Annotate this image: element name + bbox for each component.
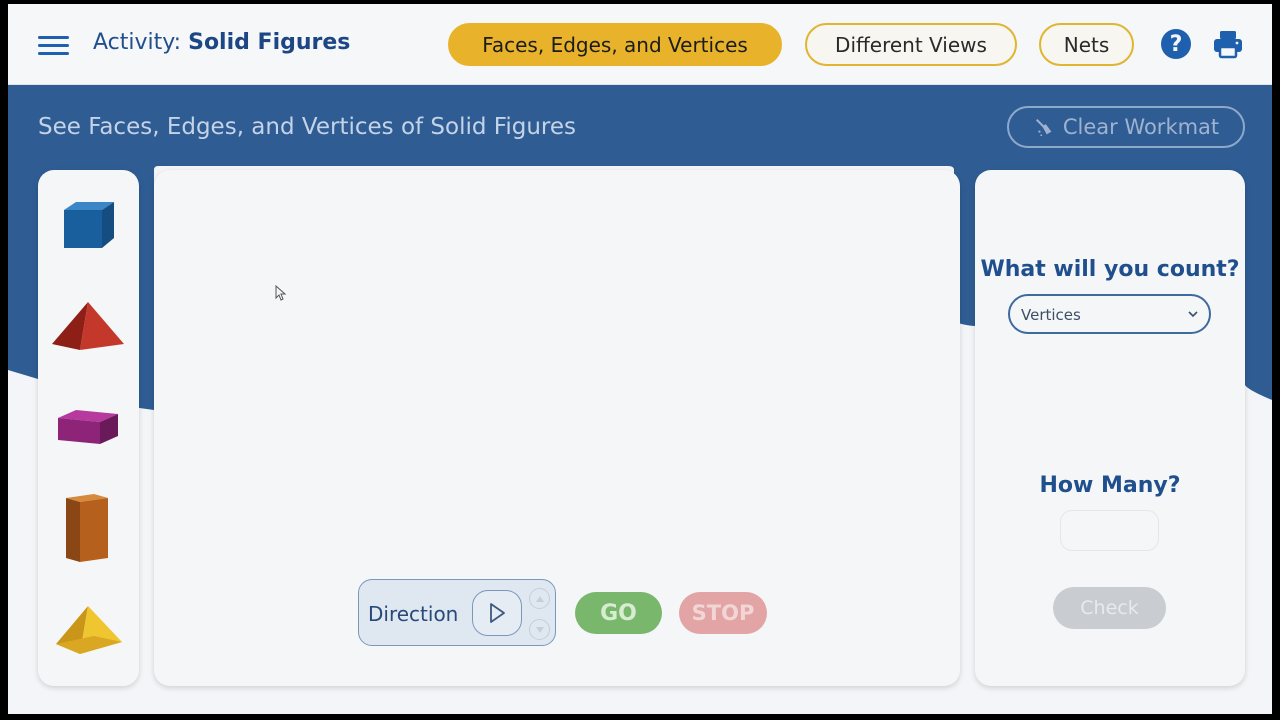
- count-type-value: Vertices: [1021, 306, 1081, 324]
- count-question: What will you count?: [980, 257, 1240, 282]
- tab-different-views[interactable]: Different Views: [805, 23, 1017, 66]
- how-many-label: How Many?: [1039, 473, 1181, 498]
- tab-faces-edges-vertices[interactable]: Faces, Edges, and Vertices: [448, 23, 782, 66]
- direction-down-button[interactable]: [529, 619, 550, 640]
- cube-shape[interactable]: [62, 200, 116, 250]
- menu-icon[interactable]: [38, 36, 69, 56]
- page-title: See Faces, Edges, and Vertices of Solid …: [38, 114, 576, 140]
- activity-name: Solid Figures: [188, 30, 351, 55]
- broom-icon: [1035, 118, 1052, 137]
- chevron-down-icon: [535, 626, 544, 633]
- direction-play-button[interactable]: [472, 590, 522, 636]
- shapes-panel: [38, 170, 139, 686]
- direction-label: Direction: [368, 602, 459, 626]
- activity-prefix: Activity:: [93, 30, 182, 55]
- clear-workmat-button[interactable]: Clear Workmat: [1007, 106, 1245, 148]
- direction-control: Direction: [358, 579, 556, 646]
- direction-up-button[interactable]: [529, 588, 550, 609]
- clear-workmat-label: Clear Workmat: [1062, 115, 1220, 139]
- chevron-up-icon: [535, 595, 544, 602]
- tab-nets[interactable]: Nets: [1039, 23, 1134, 66]
- triangular-pyramid-shape[interactable]: [54, 602, 124, 658]
- help-icon[interactable]: ?: [1161, 29, 1191, 59]
- stop-button[interactable]: STOP: [679, 592, 767, 634]
- count-type-select[interactable]: Vertices: [1008, 294, 1211, 334]
- play-icon: [490, 603, 505, 623]
- chevron-down-icon: [1188, 311, 1198, 318]
- activity-title: Activity: Solid Figures: [93, 30, 350, 55]
- square-pyramid-shape[interactable]: [50, 300, 126, 352]
- check-button[interactable]: Check: [1053, 587, 1166, 629]
- print-icon[interactable]: [1212, 28, 1244, 60]
- flat-rectangular-prism-shape[interactable]: [56, 408, 120, 448]
- workmat-canvas[interactable]: [154, 170, 960, 686]
- top-bar: Activity: Solid Figures Faces, Edges, an…: [8, 4, 1272, 85]
- tall-rectangular-prism-shape[interactable]: [64, 492, 110, 564]
- go-button[interactable]: GO: [575, 592, 662, 634]
- how-many-input[interactable]: [1060, 510, 1159, 551]
- app-window: Activity: Solid Figures Faces, Edges, an…: [8, 4, 1272, 714]
